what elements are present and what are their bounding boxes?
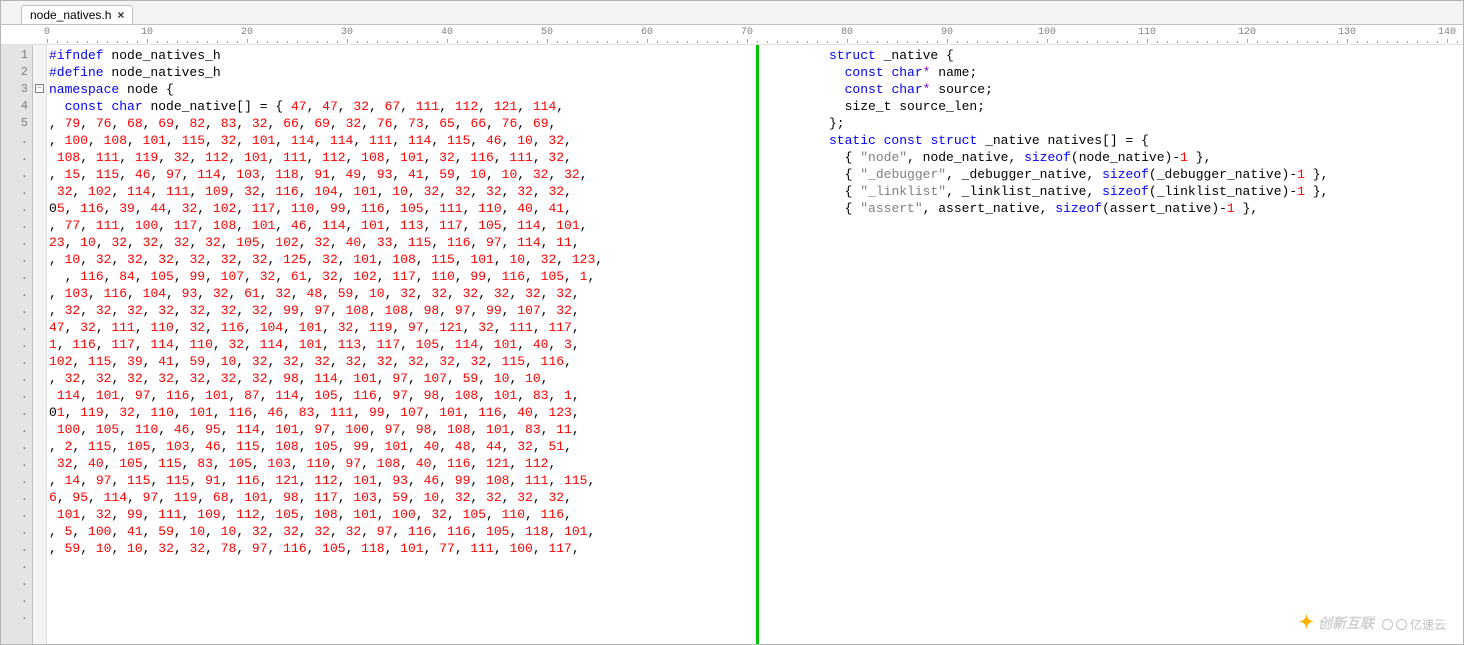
circle-icon (1382, 619, 1393, 630)
line-number-gutter: 12345............................. (1, 45, 33, 644)
editor-window: node_natives.h × 01020304050607080901001… (0, 0, 1464, 645)
right-pane[interactable]: struct _native { const char* name; const… (759, 45, 1463, 644)
tab-title: node_natives.h (30, 8, 111, 22)
tab-bar: node_natives.h × (1, 1, 1463, 25)
file-tab[interactable]: node_natives.h × (21, 5, 133, 24)
watermark-ysy: 亿速云 (1382, 616, 1446, 633)
ruler: 0102030405060708090100110120130140 (1, 25, 1463, 45)
close-icon[interactable]: × (117, 8, 124, 22)
fold-column[interactable]: − (33, 45, 47, 644)
watermark-cx: ✦ 创新互联 (1299, 612, 1374, 633)
spark-icon: ✦ (1299, 612, 1314, 633)
fold-toggle-icon[interactable]: − (35, 84, 44, 93)
left-pane[interactable]: #ifndef node_natives_h#define node_nativ… (47, 45, 759, 644)
editor-area[interactable]: 12345............................. − #if… (1, 45, 1463, 644)
circle-icon (1396, 619, 1407, 630)
